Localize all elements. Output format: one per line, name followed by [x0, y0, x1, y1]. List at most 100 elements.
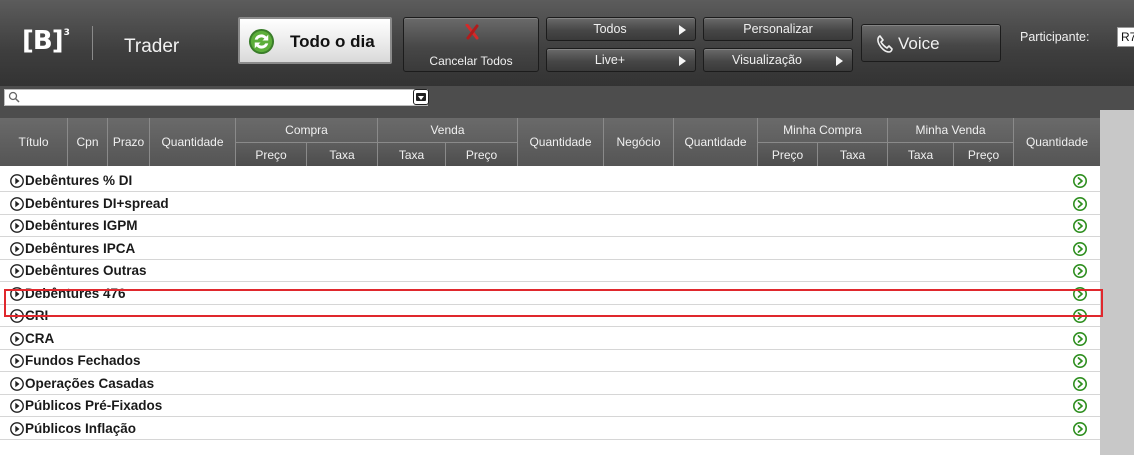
- visualizacao-button[interactable]: Visualização: [703, 48, 853, 72]
- voice-label: Voice: [898, 34, 940, 53]
- expand-arrow-icon[interactable]: [10, 286, 24, 301]
- col-cpn[interactable]: Cpn: [68, 118, 108, 166]
- col-quantidade-2[interactable]: Quantidade: [518, 118, 604, 166]
- list-item[interactable]: Debêntures Outras: [0, 260, 1100, 282]
- col-venda-taxa-label: Taxa: [398, 147, 425, 162]
- list-item[interactable]: Debêntures IPCA: [0, 237, 1100, 260]
- list-item[interactable]: Debêntures 476: [0, 282, 1100, 305]
- live-plus-arrow-icon: [679, 56, 686, 66]
- col-venda-label: Venda: [430, 123, 465, 137]
- col-compra-preco[interactable]: Preço: [236, 142, 307, 166]
- list-item[interactable]: CRA: [0, 327, 1100, 350]
- col-venda-preco[interactable]: Preço: [446, 142, 518, 166]
- col-quantidade-1-label: Quantidade: [161, 135, 224, 149]
- col-quantidade-4-label: Quantidade: [1025, 135, 1089, 149]
- col-titulo[interactable]: Título: [0, 118, 68, 166]
- col-quantidade-3-label: Quantidade: [684, 135, 747, 149]
- go-arrow-icon[interactable]: [1073, 399, 1087, 413]
- go-arrow-icon[interactable]: [1073, 219, 1087, 233]
- search-box[interactable]: [4, 89, 428, 106]
- col-quantidade-1[interactable]: Quantidade: [150, 118, 236, 166]
- col-minha-compra-preco[interactable]: Preço: [758, 142, 818, 166]
- expand-arrow-icon[interactable]: [10, 331, 24, 346]
- col-cpn-label: Cpn: [76, 135, 99, 149]
- col-minha-venda-taxa-label: Taxa: [907, 147, 934, 162]
- list-item[interactable]: Debêntures % DI: [0, 170, 1100, 192]
- live-plus-button[interactable]: Live+: [546, 48, 696, 72]
- col-minha-venda: Minha Venda: [888, 118, 1014, 142]
- go-arrow-icon[interactable]: [1073, 309, 1087, 323]
- todos-arrow-icon: [679, 25, 686, 35]
- go-arrow-icon[interactable]: [1073, 376, 1087, 391]
- top-toolbar: [B]3 Trader Todo o dia Cancelar Todos To…: [0, 0, 1134, 86]
- list-item[interactable]: Públicos Pré-Fixados: [0, 395, 1100, 417]
- todos-button[interactable]: Todos: [546, 17, 696, 41]
- scrollbar-area[interactable]: [1100, 110, 1134, 455]
- list-item[interactable]: Debêntures DI+spread: [0, 192, 1100, 215]
- list-item[interactable]: Debêntures IGPM: [0, 215, 1100, 237]
- list-item-label: Fundos Fechados: [25, 353, 141, 368]
- expand-arrow-icon[interactable]: [10, 421, 24, 436]
- list-item-label: Públicos Inflação: [25, 420, 137, 436]
- expand-arrow-icon[interactable]: [10, 376, 24, 391]
- phone-icon: [877, 35, 893, 53]
- go-arrow-icon[interactable]: [1073, 174, 1087, 188]
- go-arrow-icon[interactable]: [1073, 196, 1087, 211]
- col-negocio-label: Negócio: [616, 135, 661, 149]
- col-quantidade-4[interactable]: Quantidade: [1014, 118, 1100, 166]
- header-band: [0, 110, 1100, 118]
- list-item[interactable]: Públicos Inflação: [0, 417, 1100, 440]
- go-arrow-icon[interactable]: [1073, 331, 1087, 346]
- col-prazo[interactable]: Prazo: [108, 118, 150, 166]
- col-minha-venda-preco[interactable]: Preço: [954, 142, 1014, 166]
- col-compra-taxa[interactable]: Taxa: [307, 142, 378, 166]
- personalizar-button[interactable]: Personalizar: [703, 17, 853, 41]
- col-minha-compra-taxa-label: Taxa: [839, 147, 866, 162]
- go-arrow-icon[interactable]: [1073, 264, 1087, 278]
- col-minha-venda-taxa[interactable]: Taxa: [888, 142, 954, 166]
- expand-arrow-icon[interactable]: [10, 309, 24, 323]
- col-minha-compra: Minha Compra: [758, 118, 888, 142]
- expand-arrow-icon[interactable]: [10, 219, 24, 233]
- voice-button[interactable]: Voice: [861, 24, 1001, 62]
- list-item[interactable]: CRI: [0, 305, 1100, 327]
- personalizar-label: Personalizar: [743, 22, 813, 36]
- go-arrow-icon[interactable]: [1073, 421, 1087, 436]
- go-arrow-icon[interactable]: [1073, 241, 1087, 256]
- cancelar-todos-button[interactable]: Cancelar Todos: [403, 17, 539, 72]
- app-title: Trader: [124, 36, 180, 57]
- col-venda-taxa[interactable]: Taxa: [378, 142, 446, 166]
- expand-arrow-icon[interactable]: [10, 196, 24, 211]
- col-negocio[interactable]: Negócio: [604, 118, 674, 166]
- expand-arrow-icon[interactable]: [10, 174, 24, 188]
- expand-arrow-icon[interactable]: [10, 264, 24, 278]
- col-venda: Venda: [378, 118, 518, 142]
- go-arrow-icon[interactable]: [1073, 286, 1087, 301]
- list-item-label: Debêntures % DI: [25, 173, 133, 188]
- expand-arrow-icon[interactable]: [10, 241, 24, 256]
- go-arrow-icon[interactable]: [1073, 354, 1087, 368]
- todos-label: Todos: [593, 22, 627, 36]
- live-plus-label: Live+: [594, 53, 626, 67]
- col-minha-venda-label: Minha Venda: [915, 123, 986, 137]
- visualizacao-label: Visualização: [732, 53, 802, 67]
- expand-arrow-icon[interactable]: [10, 399, 24, 413]
- todo-o-dia-label: Todo o dia: [290, 32, 375, 51]
- logo-text: [B]: [22, 26, 64, 56]
- col-compra-taxa-label: Taxa: [329, 147, 355, 162]
- search-input[interactable]: [23, 90, 403, 105]
- list-item[interactable]: Fundos Fechados: [0, 350, 1100, 372]
- filter-dropdown-button[interactable]: [413, 89, 429, 105]
- expand-arrow-icon[interactable]: [10, 354, 24, 368]
- search-icon: [8, 91, 20, 103]
- col-compra-label: Compra: [285, 123, 328, 137]
- col-quantidade-3[interactable]: Quantidade: [674, 118, 758, 166]
- list-item-label: Debêntures DI+spread: [25, 195, 169, 211]
- col-minha-compra-taxa[interactable]: Taxa: [818, 142, 888, 166]
- list-item-label: Debêntures IGPM: [25, 218, 138, 233]
- todo-o-dia-button[interactable]: Todo o dia: [238, 17, 392, 64]
- participante-field[interactable]: R7: [1117, 27, 1134, 47]
- list-item-label: Debêntures Outras: [25, 263, 147, 278]
- list-item-label: Debêntures 476: [25, 285, 126, 301]
- list-item[interactable]: Operações Casadas: [0, 372, 1100, 395]
